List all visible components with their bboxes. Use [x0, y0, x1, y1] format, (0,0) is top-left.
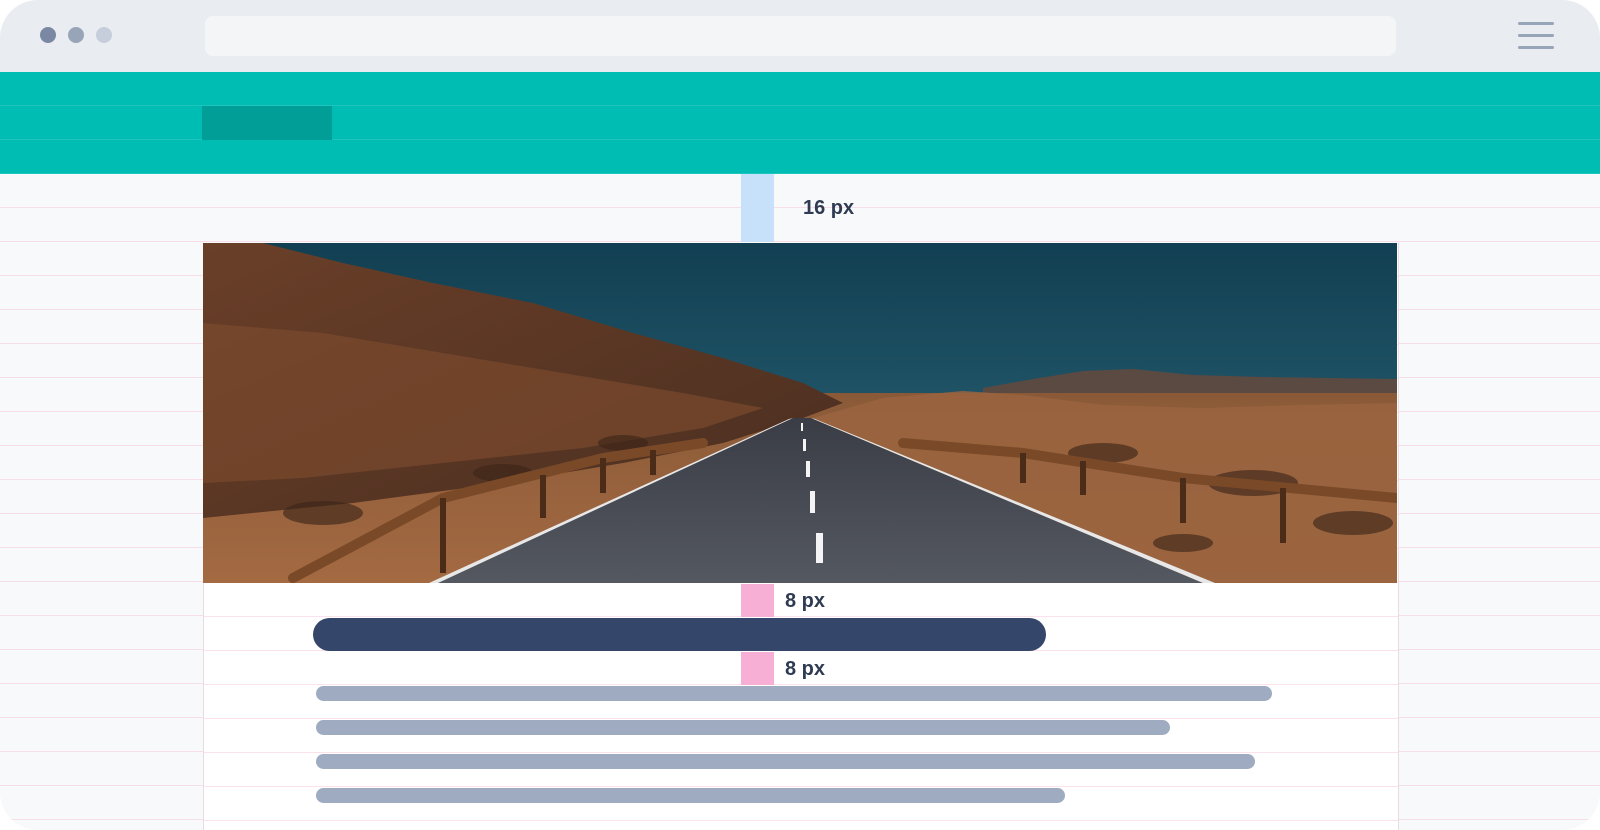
text-line-placeholder [316, 754, 1255, 769]
window-dot-2[interactable] [68, 27, 84, 43]
text-line-placeholder [316, 686, 1272, 701]
window-dot-1[interactable] [40, 27, 56, 43]
text-line-placeholder [316, 720, 1170, 735]
spacing-marker-8px-bottom [741, 652, 774, 685]
spacing-label-16px: 16 px [803, 197, 855, 219]
site-header [0, 72, 1600, 174]
hero-image [203, 243, 1397, 583]
road-landscape-image [203, 243, 1397, 583]
title-placeholder [313, 618, 1046, 651]
logo-placeholder[interactable] [202, 106, 332, 140]
spacing-marker-8px-top [741, 584, 774, 617]
hamburger-menu-icon[interactable] [1518, 22, 1554, 50]
browser-toolbar [0, 0, 1600, 72]
browser-window: 16 px 8 px 8 px [0, 0, 1600, 830]
window-dot-3[interactable] [96, 27, 112, 43]
spacing-label-8px-top: 8 px [785, 590, 826, 612]
spacing-label-8px-bottom: 8 px [785, 658, 826, 680]
spacing-marker-16px [741, 174, 774, 242]
text-line-placeholder [316, 788, 1065, 803]
address-bar[interactable] [205, 16, 1396, 56]
